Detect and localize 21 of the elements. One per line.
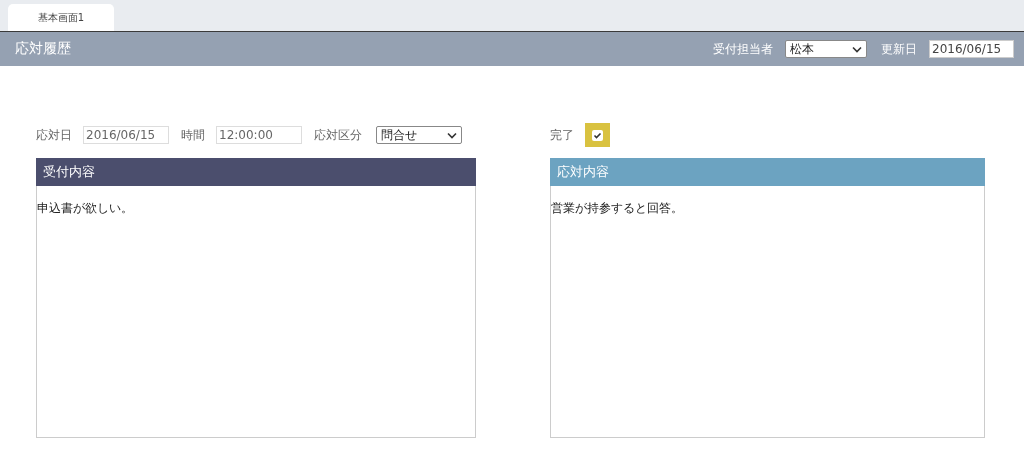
checkbox[interactable] — [585, 123, 610, 147]
category-dropdown[interactable]: 問合せ — [376, 126, 462, 144]
panel-header: 受付内容 — [36, 158, 476, 186]
field-label: 応対区分 — [314, 126, 362, 144]
time-field[interactable]: 12:00:00 — [216, 126, 302, 144]
page-title: 応対履歴 — [15, 40, 71, 58]
caret-icon — [447, 131, 457, 139]
field-label: 受付担当者 — [713, 40, 773, 58]
field-label: 時間 — [181, 126, 205, 144]
checkbox-label: 完了 — [550, 126, 574, 144]
date-field[interactable]: 2016/06/15 — [83, 126, 169, 144]
field-label: 更新日 — [881, 40, 917, 58]
tab[interactable]: 基本画面1 — [8, 4, 114, 31]
text-area[interactable]: 営業が持参すると回答。 — [550, 186, 985, 438]
assignee-dropdown[interactable]: 松本 — [785, 40, 867, 58]
check-icon — [592, 129, 603, 141]
text-area[interactable]: 申込書が欲しい。 — [36, 186, 476, 438]
field-label: 応対日 — [36, 126, 72, 144]
panel-header: 応対内容 — [550, 158, 985, 186]
date-field[interactable]: 2016/06/15 — [929, 40, 1014, 58]
caret-icon — [852, 45, 862, 53]
